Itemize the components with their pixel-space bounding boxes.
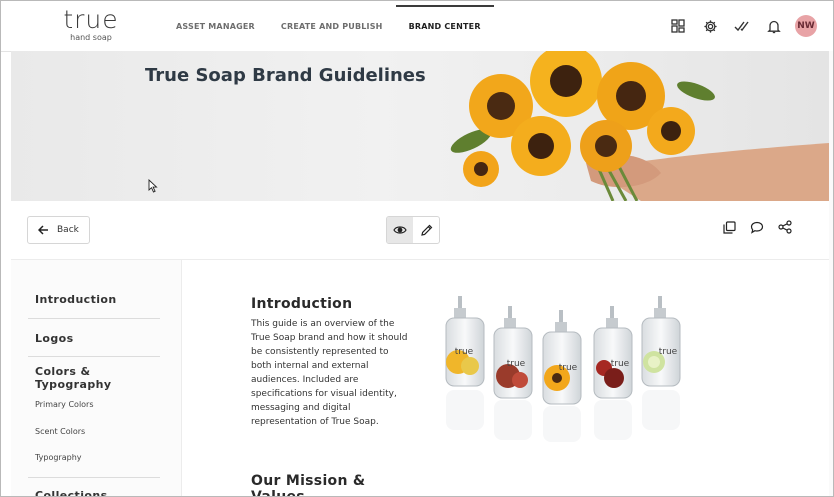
section-heading-introduction: Introduction (251, 296, 353, 312)
view-mode-toggle (386, 216, 440, 244)
edit-mode-button[interactable] (413, 217, 439, 243)
header-actions: NW (667, 1, 817, 51)
sunflower-bouquet-image (450, 51, 829, 201)
gear-icon[interactable] (699, 15, 721, 37)
sidebar-subitem-scent-colors[interactable]: Scent Colors (35, 427, 85, 436)
bottle-5-label: true (659, 347, 678, 357)
sidebar-divider (28, 318, 160, 319)
content-toolbar: Back (11, 201, 829, 260)
sidebar-item-colors-typography[interactable]: Colors & Typography (35, 365, 125, 391)
toolbar-actions (721, 219, 793, 235)
sidebar-subitem-primary-colors[interactable]: Primary Colors (35, 400, 94, 409)
back-button[interactable]: Back (27, 216, 90, 244)
bottle-2-label: true (507, 359, 526, 369)
sidebar-divider (28, 477, 160, 478)
sidebar-item-introduction[interactable]: Introduction (35, 293, 160, 306)
soap-bottles-image: true true true true true (445, 296, 681, 442)
back-button-label: Back (57, 225, 79, 235)
logo-wordmark: true (63, 5, 119, 34)
hero-banner: True Soap Brand Guidelines (11, 51, 829, 201)
sidebar-item-collections[interactable]: Collections (35, 489, 160, 496)
user-avatar[interactable]: NW (795, 15, 817, 37)
nav-brand-center[interactable]: BRAND CENTER (395, 1, 494, 51)
bottle-4-label: true (611, 359, 630, 369)
introduction-text: This guide is an overview of the True So… (251, 319, 408, 427)
sidebar-item-logos[interactable]: Logos (35, 332, 160, 345)
guideline-content: Introduction This guide is an overview o… (182, 260, 827, 496)
page-title: True Soap Brand Guidelines (145, 65, 426, 86)
eye-icon (393, 226, 407, 234)
sidebar-subitem-typography[interactable]: Typography (35, 453, 82, 462)
nav-create-and-publish[interactable]: CREATE AND PUBLISH (268, 1, 396, 51)
bottle-1-label: true (455, 347, 474, 357)
scrollbar[interactable] (829, 51, 833, 496)
nav-asset-manager[interactable]: ASSET MANAGER (163, 1, 268, 51)
app-window: true hand soap ASSET MANAGER CREATE AND … (0, 0, 834, 497)
section-heading-mission: Our Mission & Values (251, 473, 366, 497)
logo-tagline: hand soap (70, 33, 112, 42)
bottle-3-label: true (559, 363, 578, 373)
bell-icon[interactable] (763, 15, 785, 37)
mouse-cursor-icon (148, 179, 158, 193)
brand-logo[interactable]: true hand soap (51, 5, 131, 43)
apps-grid-icon[interactable] (667, 15, 689, 37)
share-icon[interactable] (777, 219, 793, 235)
double-check-icon[interactable] (731, 15, 753, 37)
top-header: true hand soap ASSET MANAGER CREATE AND … (1, 1, 833, 52)
main-nav: ASSET MANAGER CREATE AND PUBLISH BRAND C… (163, 1, 494, 51)
arrow-left-icon (38, 225, 48, 235)
pencil-icon (420, 224, 432, 236)
copy-icon[interactable] (721, 219, 737, 235)
sidebar-divider (28, 356, 160, 357)
preview-mode-button[interactable] (387, 217, 413, 243)
comment-icon[interactable] (749, 219, 765, 235)
guideline-sidebar: Introduction Logos Colors & Typography P… (11, 260, 182, 496)
